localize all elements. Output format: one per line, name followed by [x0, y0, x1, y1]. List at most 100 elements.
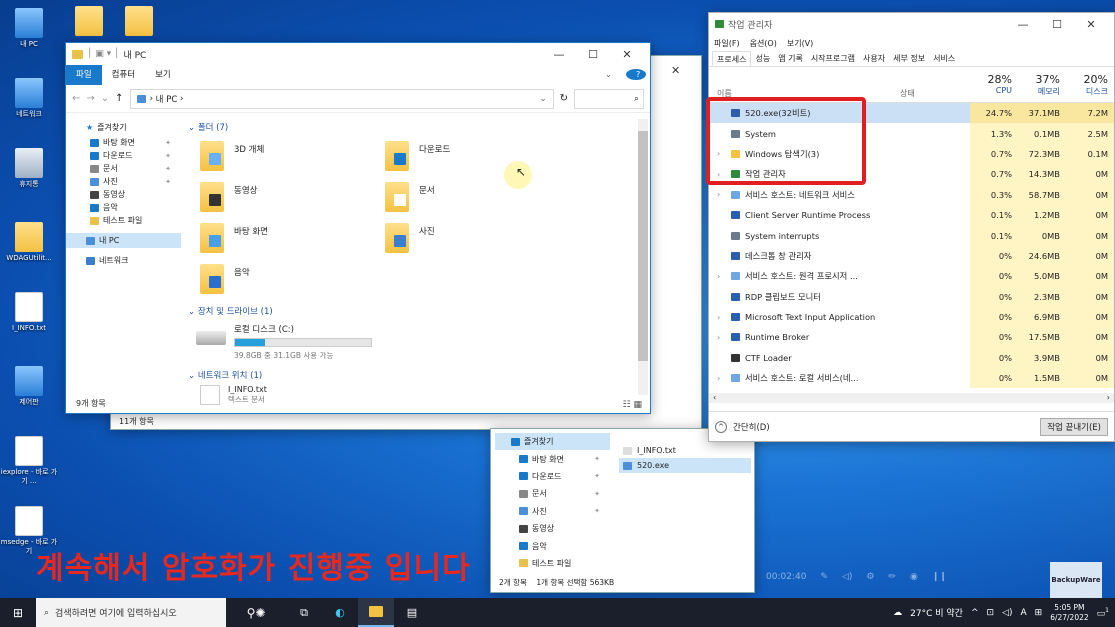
tm-tab[interactable]: 성능 [751, 51, 774, 66]
end-task-button[interactable]: 작업 끝내기(E) [1040, 417, 1108, 436]
address-dropdown-icon[interactable]: ⌄ [539, 94, 546, 104]
expand-chevron-icon[interactable]: › [717, 374, 726, 383]
sidebar-network[interactable]: 네트워크 [66, 254, 181, 267]
sidebar-quick-access[interactable]: ★ 즐겨찾기 [66, 121, 181, 134]
expand-chevron-icon[interactable]: › [717, 333, 726, 342]
volume-tray-icon[interactable]: ◁) [1002, 608, 1012, 618]
chevron-down-icon[interactable]: ⌄ [101, 93, 109, 104]
bottom-sidebar-item[interactable]: 음악 [495, 537, 610, 554]
folder-item[interactable]: 동영상 [200, 182, 257, 212]
sidebar-item[interactable]: 테스트 파일 [66, 214, 181, 227]
network-section-header[interactable]: ⌄ 네트워크 위치 (1) [188, 369, 634, 381]
process-row[interactable]: System interrupts 0.1% 0MB 0M [709, 225, 1114, 246]
tray-chevron-icon[interactable]: ^ [971, 608, 979, 618]
taskbar-search[interactable]: ⌕ 검색하려면 여기에 입력하십시오 [36, 598, 226, 627]
weather-text[interactable]: 27°C 비 약간 [910, 606, 963, 619]
bottom-file-item[interactable]: 520.exe [619, 458, 751, 473]
close-icon[interactable]: ✕ [610, 48, 644, 61]
player-volume-icon[interactable]: ◁) [842, 572, 852, 582]
minimize-icon[interactable]: — [542, 48, 576, 61]
desktop-folder-icon-2[interactable] [110, 6, 168, 38]
folder-item[interactable]: 문서 [385, 182, 435, 212]
expand-chevron-icon[interactable]: › [717, 272, 726, 281]
ribbon-tab[interactable]: 컴퓨터 [102, 65, 145, 85]
sidebar-item[interactable]: 문서 ✦ [66, 162, 181, 175]
folders-section-header[interactable]: ⌄ 폴더 (7) [188, 121, 634, 133]
search-input[interactable]: ⌕ [574, 88, 644, 109]
expand-chevron-icon[interactable]: › [717, 190, 726, 199]
search-highlight-icon[interactable]: ⚲✺ [226, 606, 286, 620]
player-settings-icon[interactable]: ⚙ [866, 572, 874, 582]
scrollbar-thumb[interactable] [638, 131, 648, 361]
tm-tab[interactable]: 서비스 [929, 51, 959, 66]
help-icon[interactable]: ? [622, 65, 650, 85]
up-arrow-icon[interactable]: ↑ [115, 93, 123, 104]
ribbon-tab[interactable]: 파일 [66, 65, 102, 85]
desktop-icon[interactable]: WDAGUtilit... [0, 222, 58, 263]
folder-item[interactable]: 사진 [385, 223, 435, 253]
player-camera-icon[interactable]: ◉ [910, 572, 918, 582]
ribbon-expand-icon[interactable]: ⌄ [595, 65, 622, 85]
file-explorer-taskbar-icon[interactable] [358, 598, 394, 627]
process-row[interactable]: 데스크톱 창 관리자 0% 24.6MB 0M [709, 245, 1114, 267]
task-view-icon[interactable]: ⧉ [286, 606, 322, 620]
process-row[interactable]: › 서비스 호스트: 원격 프로시저 ... 0% 5.0MB 0M [709, 266, 1114, 287]
fewer-details-icon[interactable]: ^ [715, 420, 727, 433]
tm-titlebar[interactable]: 작업 관리자 — ☐ ✕ [709, 13, 1114, 35]
keyboard-icon[interactable]: ⊞ [1035, 608, 1043, 618]
fewer-details-link[interactable]: 간단히(D) [733, 421, 770, 433]
edge-icon[interactable]: ◐ [322, 606, 358, 619]
maximize-icon[interactable]: ☐ [576, 48, 610, 61]
address-input[interactable]: › 내 PC › ⌄ [129, 88, 554, 109]
ime-indicator[interactable]: A [1020, 608, 1026, 618]
desktop-icon[interactable]: 제어판 [0, 366, 58, 407]
tm-tab[interactable]: 앱 기록 [774, 51, 807, 66]
start-windows-icon[interactable]: ⊞ [0, 606, 36, 620]
task-manager-window[interactable]: 작업 관리자 — ☐ ✕ 파일(F) 옵션(O) 보기(V) 프로세스 성능 앱 기록 시… [708, 12, 1115, 442]
process-row[interactable]: › Runtime Broker 0% 17.5MB 0M [709, 327, 1114, 348]
bottom-sidebar-item[interactable]: 문서 ✦ [495, 485, 610, 502]
tm-tab[interactable]: 세부 정보 [889, 51, 929, 66]
folder-item[interactable]: 3D 개체 [200, 141, 264, 171]
explorer-window-bottom[interactable]: 즐겨찾기 바탕 화면 ✦ 다운로드 ✦ 문서 ✦ 사진 ✦ 동영상 음악 테스트 파일 I_INFO.… [490, 428, 755, 593]
folder-item[interactable]: 바탕 화면 [200, 223, 268, 253]
tm-menu-item[interactable]: 파일(F) [714, 38, 740, 49]
refresh-icon[interactable]: ↻ [560, 93, 568, 104]
process-row[interactable]: › Microsoft Text Input Application 0% 6.9MB… [709, 306, 1114, 328]
player-edit-icon[interactable]: ✎ [820, 572, 828, 582]
tm-tab[interactable]: 시작프로그램 [807, 51, 859, 66]
tm-close-icon[interactable]: ✕ [1074, 18, 1108, 31]
ribbon-tab[interactable]: 보기 [145, 65, 181, 85]
bottom-sidebar-item[interactable]: 바탕 화면 ✦ [495, 450, 610, 467]
view-toggle-icon[interactable]: ☷ ▦ [623, 400, 642, 410]
sidebar-item[interactable]: 음악 [66, 201, 181, 214]
horizontal-scrollbar[interactable]: ‹ › [709, 393, 1114, 403]
task-manager-taskbar-icon[interactable]: ▤ [394, 606, 430, 619]
back-arrow-icon[interactable]: ← [72, 93, 80, 104]
player-pause-icon[interactable]: ❙❙ [932, 572, 947, 582]
col-status[interactable]: 상태 [900, 67, 970, 102]
process-row[interactable]: › 서비스 호스트: 네트워크 서비스 0.3% 58.7MB 0M [709, 184, 1114, 205]
tm-tab[interactable]: 사용자 [859, 51, 889, 66]
devices-section-header[interactable]: ⌄ 장치 및 드라이브 (1) [188, 305, 634, 317]
col-disk[interactable]: 20% 디스크 [1066, 67, 1114, 102]
folder-item[interactable]: 음악 [200, 264, 250, 294]
drive-c[interactable]: 로컬 디스크 (C:) 39.8GB 중 31.1GB 사용 가능 [196, 323, 634, 361]
expand-chevron-icon[interactable]: › [717, 313, 726, 322]
tm-tab[interactable]: 프로세스 [712, 51, 752, 66]
desktop-icon[interactable]: I_INFO.txt [0, 292, 58, 333]
process-row[interactable]: › 서비스 호스트: 로컬 서비스(네... 0% 1.5MB 0M [709, 368, 1114, 389]
sidebar-item[interactable]: 사진 ✦ [66, 175, 181, 188]
back-close-icon[interactable]: ✕ [671, 64, 680, 77]
forward-arrow-icon[interactable]: → [86, 93, 94, 104]
process-row[interactable]: CTF Loader 0% 3.9MB 0M [709, 347, 1114, 369]
bottom-sidebar-item[interactable]: 동영상 [495, 520, 610, 537]
player-pen-icon[interactable]: ✏ [888, 572, 896, 582]
desktop-icon[interactable]: iexplore - 바로 가기 ... [0, 436, 58, 486]
col-memory[interactable]: 37% 메모리 [1018, 67, 1066, 102]
bottom-sidebar-item[interactable]: 다운로드 ✦ [495, 468, 610, 485]
bottom-file-item[interactable]: I_INFO.txt [619, 443, 751, 458]
clock[interactable]: 5:05 PM 6/27/2022 [1050, 603, 1088, 623]
sidebar-item[interactable]: 동영상 [66, 188, 181, 201]
process-row[interactable]: RDP 클립보드 모니터 0% 2.3MB 0M [709, 286, 1114, 307]
